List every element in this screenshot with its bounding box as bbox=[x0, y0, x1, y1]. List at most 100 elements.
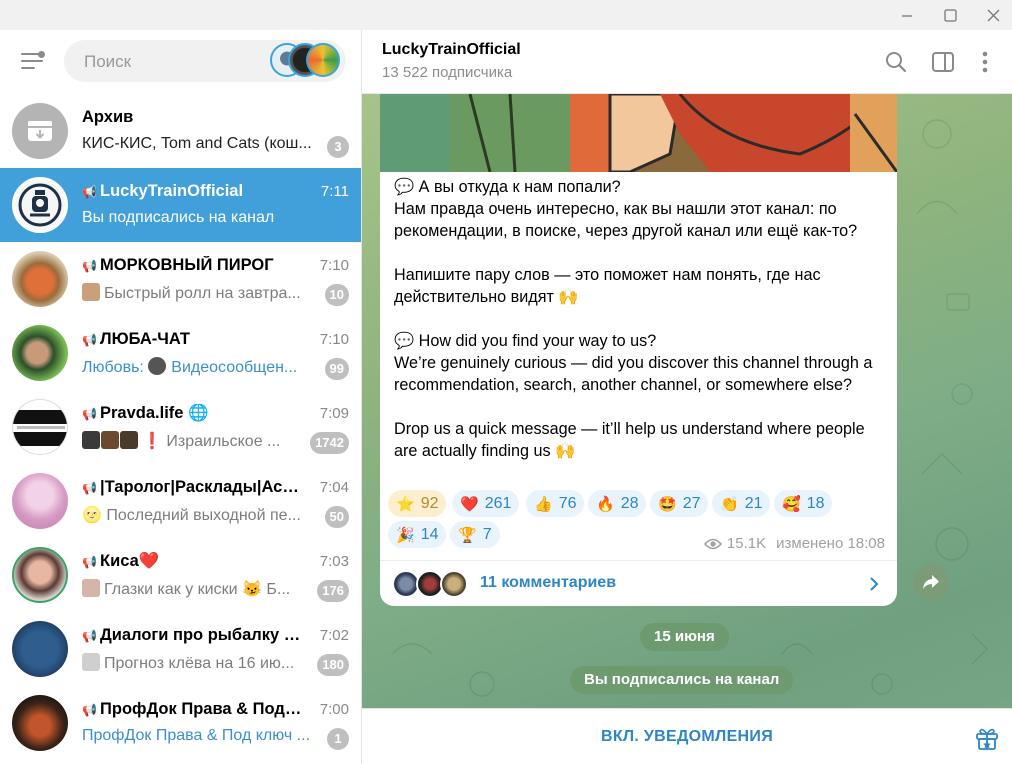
unread-badge: 1 bbox=[327, 728, 349, 750]
message-area[interactable]: 💬 А вы откуда к нам попали? Нам правда о… bbox=[362, 94, 1012, 708]
train-logo-icon bbox=[15, 180, 65, 230]
maximize-button[interactable] bbox=[930, 0, 970, 30]
chat-preview: 🌝 Последний выходной пе... bbox=[82, 507, 301, 524]
post-paragraph: Нам правда очень интересно, как вы нашли… bbox=[394, 200, 858, 240]
chat-avatar bbox=[12, 251, 68, 307]
chat-name: 📢 LuckyTrainOfficial bbox=[82, 182, 244, 200]
more-menu-button[interactable] bbox=[971, 48, 999, 76]
chat-preview: Вы подписались на канал bbox=[82, 209, 275, 226]
post-paragraph: We’re genuinely curious — did you discov… bbox=[394, 354, 873, 394]
post-image[interactable] bbox=[380, 94, 897, 172]
story-avatar[interactable] bbox=[306, 43, 340, 77]
chat-preview: Быстрый ролл на завтра... bbox=[82, 283, 314, 303]
date-separator: 15 июня bbox=[640, 623, 729, 651]
media-thumbnail bbox=[101, 431, 119, 449]
archive-icon bbox=[28, 121, 52, 141]
chat-name: 📢 ЛЮБА-ЧАТ bbox=[82, 330, 191, 348]
subscriber-count: 13 522 подписчика bbox=[382, 64, 513, 81]
chat-list-sidebar: Поиск Архив КИС-КИС, Tom and Cats (кош..… bbox=[0, 30, 362, 764]
post-paragraph: 💬 How did you find your way to us? bbox=[394, 332, 657, 350]
post-text: 💬 А вы откуда к нам попали? Нам правда о… bbox=[394, 176, 889, 462]
share-arrow-icon bbox=[923, 575, 939, 589]
close-button[interactable] bbox=[973, 0, 1012, 30]
reaction-star[interactable]: ⭐ 92 bbox=[388, 490, 447, 517]
reaction-party[interactable]: 🎉 14 bbox=[388, 521, 447, 548]
stories-avatars[interactable] bbox=[270, 43, 342, 79]
media-thumbnail bbox=[82, 431, 100, 449]
post-paragraph: Drop us a quick message — it’ll help us … bbox=[394, 420, 865, 460]
unread-badge: 10 bbox=[324, 284, 349, 306]
chat-avatar bbox=[12, 325, 68, 381]
chat-header[interactable]: LuckyTrainOfficial 13 522 подписчика bbox=[362, 30, 1012, 94]
chat-name: 📢 Диалоги про рыбалку | ... bbox=[82, 626, 302, 644]
chat-item-archive[interactable]: Архив КИС-КИС, Tom and Cats (кош... 3 bbox=[0, 94, 361, 168]
comments-count: 11 комментариев bbox=[480, 574, 617, 591]
reaction-thumbs-up[interactable]: 👍 76 bbox=[526, 490, 585, 517]
reaction-heart[interactable]: ❤️ 261 bbox=[452, 490, 520, 517]
post-meta: 15.1K изменено 18:08 bbox=[703, 535, 885, 552]
maximize-icon bbox=[943, 8, 957, 22]
channel-post[interactable]: 💬 А вы откуда к нам попали? Нам правда о… bbox=[380, 94, 897, 606]
telegram-window: Поиск Архив КИС-КИС, Tom and Cats (кош..… bbox=[0, 0, 1012, 764]
forward-button[interactable] bbox=[913, 564, 949, 600]
chat-item-luba-chat[interactable]: 📢 ЛЮБА-ЧАТ 7:10 Любовь: Видеосообщен... 9… bbox=[0, 316, 361, 390]
gift-button[interactable] bbox=[974, 725, 1000, 751]
reaction-fire[interactable]: 🔥 28 bbox=[588, 490, 647, 517]
unread-badge: 176 bbox=[317, 580, 349, 602]
chat-time: 7:11 bbox=[320, 183, 349, 200]
chat-preview: Прогноз клёва на 16 ию... bbox=[82, 653, 314, 673]
chat-item-tarolog[interactable]: 📢 |Таролог|Расклады|Аст... 7:04 🌝 Последн… bbox=[0, 464, 361, 538]
chat-item-pravda-life[interactable]: 📢 Pravda.life 🌐 7:09 ❗ Израильское ... 17… bbox=[0, 390, 361, 464]
main-menu-button[interactable] bbox=[18, 50, 46, 72]
search-placeholder: Поиск bbox=[84, 52, 132, 71]
chat-name: 📢 |Таролог|Расклады|Аст... bbox=[82, 478, 302, 496]
minimize-button[interactable] bbox=[887, 0, 927, 30]
chat-preview: КИС-КИС, Tom and Cats (кош... bbox=[82, 135, 312, 152]
chat-item-dialogi-pro-rybalku[interactable]: 📢 Диалоги про рыбалку | ... 7:02 Прогноз … bbox=[0, 612, 361, 686]
reaction-trophy[interactable]: 🏆 7 bbox=[450, 521, 500, 548]
reaction-clap[interactable]: 👏 21 bbox=[712, 490, 771, 517]
media-thumbnail bbox=[82, 283, 100, 301]
channel-title[interactable]: LuckyTrainOfficial bbox=[382, 41, 521, 59]
service-message: Вы подписались на канал bbox=[570, 666, 794, 694]
chat-avatar bbox=[12, 695, 68, 751]
reaction-smiling-hearts[interactable]: 🥰 18 bbox=[774, 490, 833, 517]
media-thumbnail bbox=[82, 579, 100, 597]
minimize-icon bbox=[902, 15, 912, 17]
chat-avatar bbox=[12, 399, 68, 455]
chat-time: 7:00 bbox=[319, 701, 349, 718]
gift-icon bbox=[976, 728, 998, 750]
search-button[interactable] bbox=[882, 48, 910, 76]
chat-preview: ПрофДок Права & Под ключ ... bbox=[82, 727, 311, 744]
commenter-avatar bbox=[440, 570, 468, 598]
enable-notifications-button[interactable]: ВКЛ. УВЕДОМЛЕНИЯ bbox=[362, 709, 1012, 764]
chat-name: Архив bbox=[82, 108, 134, 126]
post-paragraph: 💬 А вы откуда к нам попали? bbox=[394, 178, 621, 196]
chat-time: 7:10 bbox=[319, 331, 349, 348]
chat-preview: ❗ Израильское ... bbox=[82, 431, 314, 451]
sidebar-toggle-button[interactable] bbox=[929, 48, 957, 76]
sidebar-header: Поиск bbox=[0, 30, 361, 94]
chat-time: 7:04 bbox=[319, 479, 349, 496]
chat-preview: Любовь: Видеосообщен... bbox=[82, 357, 298, 376]
media-thumbnail bbox=[120, 431, 138, 449]
chat-item-kisa[interactable]: 📢 Киса❤️ 7:03 Глазки как у киски 😼 Б... 1… bbox=[0, 538, 361, 612]
reaction-star-struck[interactable]: 🤩 27 bbox=[650, 490, 709, 517]
unread-badge: 99 bbox=[324, 358, 349, 380]
video-message-icon bbox=[148, 357, 167, 375]
close-icon bbox=[987, 9, 999, 21]
chat-item-luckytrainofficial[interactable]: 📢 LuckyTrainOfficial 7:11 Вы подписались … bbox=[0, 168, 361, 242]
chat-name: 📢 ПрофДок Права & Под к... bbox=[82, 700, 302, 718]
search-input[interactable]: Поиск bbox=[64, 40, 346, 82]
unread-badge: 50 bbox=[324, 506, 349, 528]
chevron-right-icon bbox=[870, 577, 879, 591]
chat-item-profdok[interactable]: 📢 ПрофДок Права & Под к... 7:00 ПрофДок П… bbox=[0, 686, 361, 760]
pravda-logo-icon bbox=[13, 410, 67, 446]
chat-item-morkovny-pirog[interactable]: 📢 МОРКОВНЫЙ ПИРОГ 7:10 Быстрый ролл на за… bbox=[0, 242, 361, 316]
chat-time: 7:02 bbox=[319, 627, 349, 644]
chat-name: 📢 Киса❤️ bbox=[82, 552, 160, 570]
comments-button[interactable]: 11 комментариев bbox=[380, 560, 897, 606]
chat-time: 7:10 bbox=[319, 257, 349, 274]
unread-badge: 3 bbox=[327, 136, 349, 158]
edited-time: изменено 18:08 bbox=[776, 535, 885, 552]
